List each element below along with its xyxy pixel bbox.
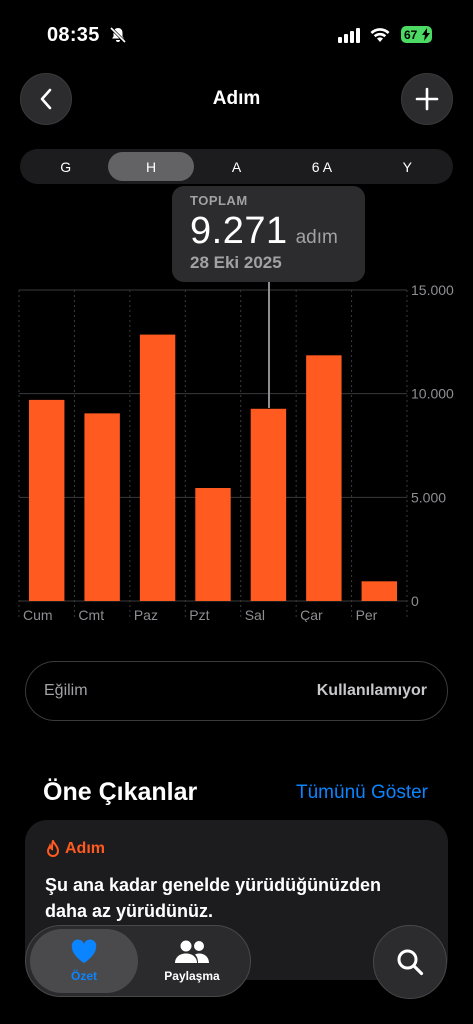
tooltip-date: 28 Eki 2025 xyxy=(190,253,282,272)
x-tick-label: Çar xyxy=(300,607,323,622)
trend-row[interactable]: Eğilim Kullanılamıyor xyxy=(25,661,448,721)
tooltip-unit: adım xyxy=(295,227,338,248)
tab-bar: Özet Paylaşma xyxy=(25,925,251,997)
wifi-icon xyxy=(370,28,390,42)
segment-day[interactable]: G xyxy=(23,152,108,181)
add-data-button[interactable] xyxy=(401,73,453,125)
x-tick-label: Cum xyxy=(23,607,53,622)
segment-year[interactable]: Y xyxy=(365,152,450,181)
x-tick-label: Pzt xyxy=(189,607,209,622)
time-range-selector: G H A 6 A Y xyxy=(20,149,453,184)
trend-value: Kullanılamıyor xyxy=(316,682,427,699)
y-tick-label: 5.000 xyxy=(411,489,446,505)
tab-sharing[interactable]: Paylaşma xyxy=(138,929,246,993)
selection-indicator-line xyxy=(268,282,270,408)
bar-pzt[interactable] xyxy=(195,488,231,601)
x-tick-label: Cmt xyxy=(78,607,104,622)
status-bar: 08:35 67 xyxy=(0,0,473,70)
tab-summary-label: Özet xyxy=(70,969,97,983)
card-text: Şu ana kadar genelde yürüdüğünüzden daha… xyxy=(45,875,382,921)
status-time: 08:35 xyxy=(47,24,100,46)
y-tick-label: 15.000 xyxy=(411,282,454,298)
steps-bar-chart[interactable]: Cum Cmt Paz Pzt Sal Çar Per 15.000 10.000 5.000 0 xyxy=(0,282,473,622)
selection-tooltip: TOPLAM 9.271 adım 28 Eki 2025 xyxy=(172,186,365,282)
battery-level: 67 xyxy=(404,27,418,42)
cellular-signal-icon xyxy=(338,28,360,43)
charging-bolt-icon xyxy=(422,28,430,41)
heart-icon xyxy=(71,939,97,963)
bell-slash-icon xyxy=(109,26,127,44)
trend-label: Eğilim xyxy=(44,682,88,699)
plus-icon xyxy=(415,87,439,111)
y-tick-label: 10.000 xyxy=(411,386,454,402)
tab-summary[interactable]: Özet xyxy=(30,929,138,993)
segment-six-months[interactable]: 6 A xyxy=(279,152,364,181)
bar-sal[interactable] xyxy=(250,408,287,601)
segment-week[interactable]: H xyxy=(108,152,194,181)
tab-sharing-label: Paylaşma xyxy=(164,969,220,983)
show-all-link[interactable]: Tümünü Göster xyxy=(296,782,428,804)
search-button[interactable] xyxy=(373,925,447,999)
tooltip-value: 9.271 xyxy=(190,210,288,252)
card-header: Adım xyxy=(45,840,428,858)
highlights-title: Öne Çıkanlar xyxy=(43,778,198,806)
x-tick-label: Paz xyxy=(134,607,158,622)
segment-month[interactable]: A xyxy=(194,152,279,181)
bar-çar[interactable] xyxy=(306,355,342,601)
x-tick-label: Sal xyxy=(245,607,265,622)
bar-cum[interactable] xyxy=(29,399,65,601)
x-tick-label: Per xyxy=(356,607,378,622)
tooltip-label: TOPLAM xyxy=(190,193,248,208)
y-tick-label: 0 xyxy=(411,593,419,609)
bar-per[interactable] xyxy=(361,581,397,601)
people-icon xyxy=(175,940,209,963)
flame-icon xyxy=(46,840,60,857)
bar-cmt[interactable] xyxy=(84,413,120,601)
search-icon xyxy=(397,949,424,976)
battery-indicator: 67 xyxy=(401,26,432,43)
bar-paz[interactable] xyxy=(139,334,176,601)
card-category: Adım xyxy=(65,840,105,857)
